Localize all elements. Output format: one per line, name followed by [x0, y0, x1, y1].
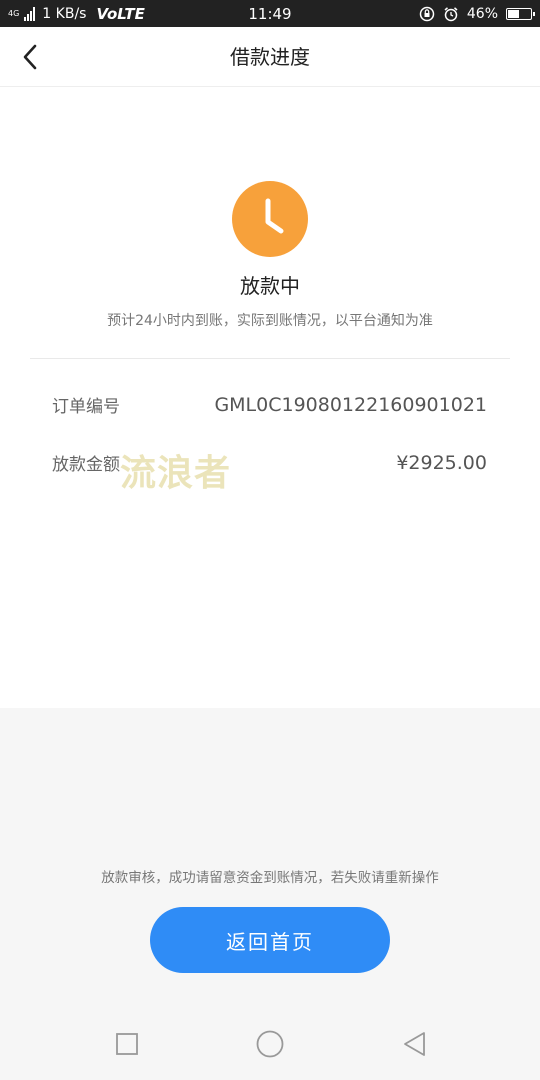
- volte-indicator: VoLTE: [96, 4, 145, 23]
- notice-text: 放款审核，成功请留意资金到账情况，若失败请重新操作: [101, 870, 439, 886]
- status-subtitle: 预计24小时内到账，实际到账情况，以平台通知为准: [107, 313, 433, 329]
- battery-percent: 46%: [466, 5, 498, 22]
- clock-icon: [232, 181, 308, 257]
- signal-icon: [24, 6, 36, 21]
- nav-bar: 借款进度: [0, 27, 540, 87]
- alarm-icon: [443, 6, 459, 22]
- network-type: 4G: [8, 8, 20, 18]
- detail-row-amount: 放款金额 ¥2925.00: [52, 450, 487, 476]
- order-number-value: GML0C19080122160901021: [214, 393, 487, 416]
- divider: [30, 358, 510, 359]
- square-icon: [116, 1033, 138, 1055]
- network-speed: 1 KB/s: [42, 5, 87, 22]
- return-home-button[interactable]: 返回首页: [150, 907, 390, 973]
- loan-amount-value: ¥2925.00: [396, 451, 487, 474]
- order-number-label: 订单编号: [52, 397, 120, 417]
- triangle-back-icon: [404, 1032, 425, 1056]
- circle-icon: [256, 1030, 284, 1058]
- back-system-button[interactable]: [398, 1028, 430, 1060]
- detail-row-order: 订单编号 GML0C19080122160901021: [52, 392, 487, 418]
- home-system-button[interactable]: [254, 1028, 286, 1060]
- battery-level-fill: [508, 9, 520, 18]
- recent-apps-button[interactable]: [111, 1028, 143, 1060]
- loan-amount-label: 放款金额: [52, 455, 120, 475]
- page-title: 借款进度: [230, 45, 310, 69]
- status-title: 放款中: [240, 274, 300, 298]
- status-bar: 4G 1 KB/s VoLTE 11:49 46%: [0, 0, 540, 27]
- system-nav-bar: [0, 1010, 540, 1080]
- battery-icon: [506, 7, 535, 20]
- rotation-lock-icon: [419, 6, 435, 22]
